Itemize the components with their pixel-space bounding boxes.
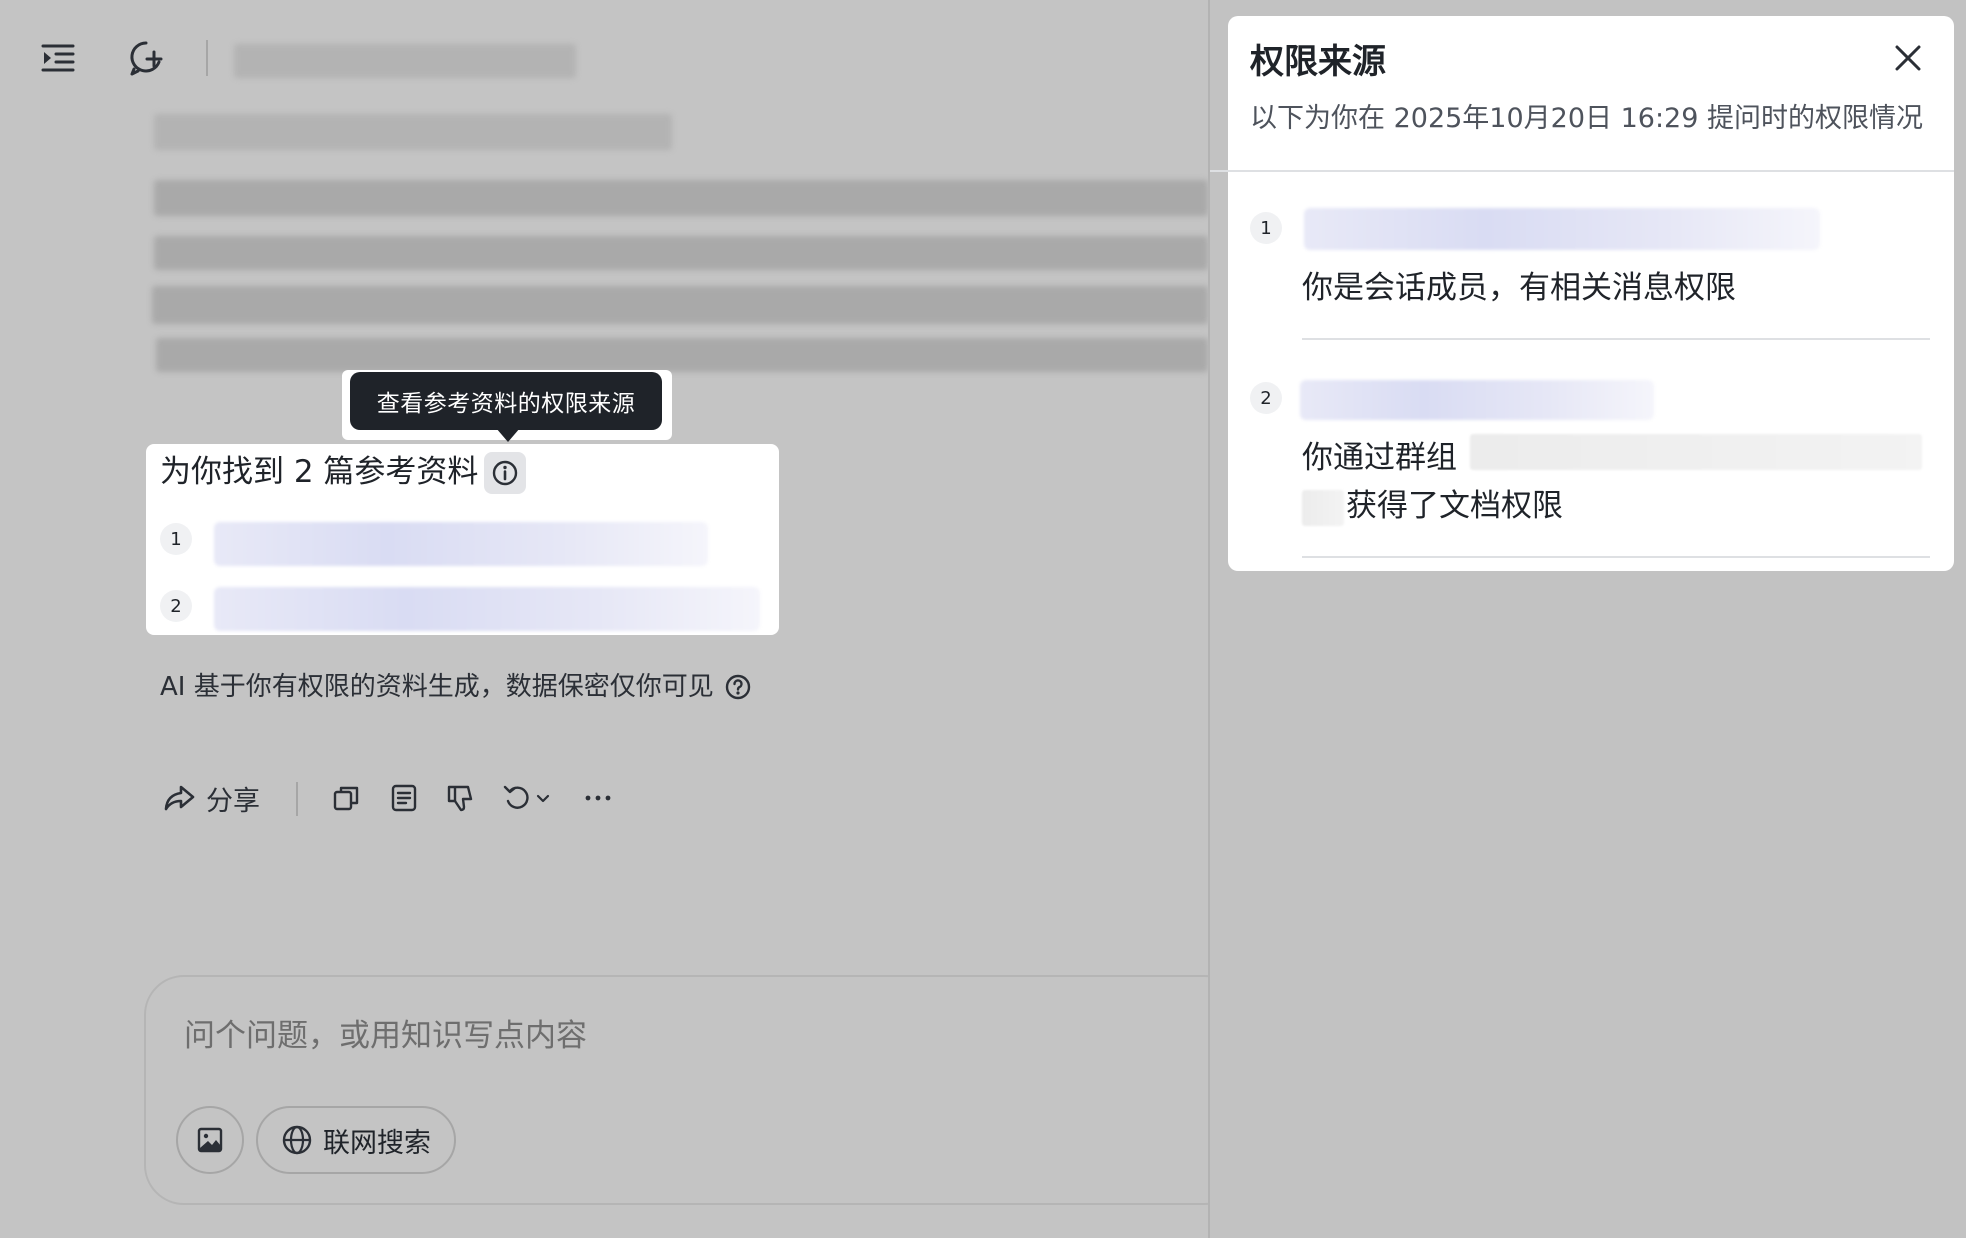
close-icon: [1895, 45, 1921, 71]
permission-panel-subtitle: 以下为你在 2025年10月20日 16:29 提问时的权限情况: [1250, 103, 1923, 134]
image-upload-button[interactable]: [176, 1106, 244, 1174]
share-button[interactable]: 分享: [162, 776, 260, 820]
sidebar-toggle-icon: [41, 44, 75, 72]
web-search-label: 联网搜索: [323, 1127, 431, 1159]
disclaimer-text: AI 基于你有权限的资料生成，数据保密仅你可见: [160, 672, 714, 702]
dislike-button[interactable]: [442, 780, 478, 816]
answer-line-redacted: [154, 180, 1208, 216]
copy-button[interactable]: [328, 780, 364, 816]
new-chat-icon: [130, 41, 163, 76]
more-button[interactable]: [580, 780, 616, 816]
permission-info-button[interactable]: [484, 452, 526, 494]
permission-item-number: 2: [1250, 382, 1282, 414]
reference-number: 1: [160, 523, 192, 555]
permission-reason-2-prefix: 你通过群组: [1302, 440, 1457, 476]
tooltip-arrow: [496, 428, 520, 442]
regenerate-button[interactable]: [500, 780, 556, 816]
panel-header-divider: [1210, 170, 1954, 172]
group-name-redacted: [1470, 434, 1922, 470]
action-divider: [296, 782, 298, 816]
toolbar-divider: [206, 40, 208, 76]
permission-panel-title: 权限来源: [1250, 42, 1386, 82]
more-icon: [585, 795, 611, 801]
permission-item-number: 1: [1250, 212, 1282, 244]
close-button[interactable]: [1888, 38, 1928, 78]
permission-source-link-2[interactable]: [1300, 380, 1654, 420]
permission-item-divider: [1302, 338, 1930, 340]
permission-source-tooltip: 查看参考资料的权限来源: [350, 372, 662, 430]
info-icon: [492, 460, 518, 486]
thumbs-down-icon: [447, 785, 473, 812]
share-label: 分享: [206, 785, 260, 817]
permission-reason-2-suffix: 获得了文档权限: [1346, 488, 1563, 524]
document-icon: [391, 784, 417, 812]
web-search-button[interactable]: 联网搜索: [256, 1106, 456, 1174]
permission-item-divider: [1302, 556, 1930, 558]
privacy-disclaimer: AI 基于你有权限的资料生成，数据保密仅你可见: [160, 668, 752, 706]
globe-icon: [282, 1125, 312, 1155]
permission-reason-1: 你是会话成员，有相关消息权限: [1302, 270, 1736, 306]
image-icon: [197, 1127, 223, 1153]
answer-line-redacted: [152, 286, 1208, 324]
chat-input-placeholder[interactable]: 问个问题，或用知识写点内容: [184, 1010, 587, 1055]
add-to-doc-button[interactable]: [386, 780, 422, 816]
reference-link-2[interactable]: [214, 587, 760, 631]
references-title: 为你找到 2 篇参考资料: [160, 454, 479, 490]
conversation-title-redacted: [234, 44, 576, 78]
sidebar-toggle-button[interactable]: [38, 38, 78, 78]
reference-link-1[interactable]: [214, 522, 708, 566]
answer-line-redacted: [154, 114, 672, 150]
help-icon[interactable]: [724, 673, 752, 701]
group-name-redacted-cont: [1302, 490, 1344, 526]
answer-line-redacted: [156, 338, 1208, 372]
regenerate-icon: [503, 785, 550, 809]
new-chat-button[interactable]: [124, 36, 168, 80]
copy-icon: [333, 786, 359, 811]
permission-source-link-1[interactable]: [1304, 208, 1820, 250]
reference-number: 2: [160, 590, 192, 622]
answer-line-redacted: [154, 236, 1208, 270]
share-icon: [164, 785, 195, 811]
